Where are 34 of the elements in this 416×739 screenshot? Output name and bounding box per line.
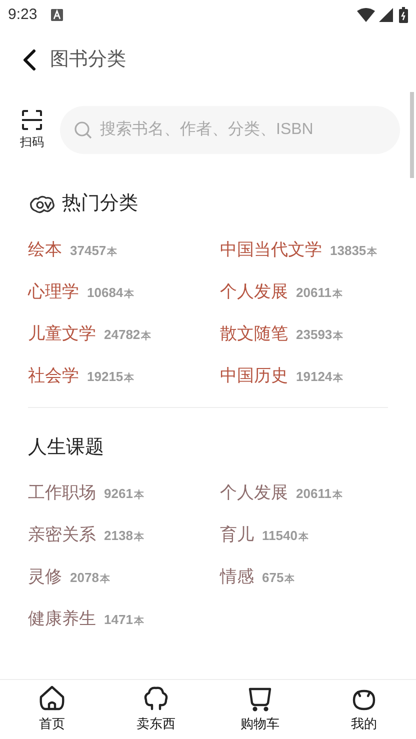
category-link[interactable]: 散文随笔 23593本 — [220, 320, 388, 350]
wifi-icon — [357, 8, 375, 22]
back-icon — [22, 49, 36, 71]
category-link[interactable]: 中国当代文学 13835本 — [220, 236, 388, 266]
category-link[interactable]: 亲密关系 2138本 — [28, 522, 220, 552]
category-link[interactable]: 绘本 37457本 — [28, 236, 220, 266]
category-link[interactable]: 儿童文学 24782本 — [28, 320, 220, 350]
category-link[interactable]: 工作职场 9261本 — [28, 480, 220, 510]
search-field[interactable]: 搜索书名、作者、分类、ISBN — [60, 106, 400, 154]
search-icon — [74, 121, 92, 139]
notification-icon — [51, 9, 64, 21]
status-time: 9:23 — [8, 4, 38, 25]
nav-tab[interactable]: 购物车 — [208, 680, 312, 739]
category-link[interactable]: 健康养生 1471本 — [28, 606, 220, 636]
section-title: 人生课题 — [28, 436, 104, 460]
cloud-icon — [28, 193, 56, 216]
home-icon — [37, 684, 67, 712]
section-title: 热门分类 — [62, 192, 138, 216]
nav-tab[interactable]: 我的 — [312, 680, 416, 739]
nav-tab[interactable]: 首页 — [0, 680, 104, 739]
category-link[interactable]: 社会学 19215本 — [28, 362, 220, 392]
category-link[interactable]: 中国历史 19124本 — [220, 362, 388, 392]
category-link[interactable]: 灵修 2078本 — [28, 564, 220, 594]
category-link[interactable]: 个人发展 20611本 — [220, 480, 388, 510]
signal-icon — [379, 8, 393, 22]
category-link[interactable]: 心理学 10684本 — [28, 278, 220, 308]
page-title: 图书分类 — [50, 48, 126, 72]
battery-icon — [399, 7, 408, 23]
nav-tab[interactable]: 卖东西 — [104, 680, 208, 739]
scan-button[interactable]: 扫码 — [16, 109, 48, 151]
scan-icon — [21, 109, 43, 131]
category-link[interactable]: 育儿 11540本 — [220, 522, 388, 552]
category-link[interactable]: 情感 675本 — [220, 564, 388, 594]
category-link[interactable]: 个人发展 20611本 — [220, 278, 388, 308]
